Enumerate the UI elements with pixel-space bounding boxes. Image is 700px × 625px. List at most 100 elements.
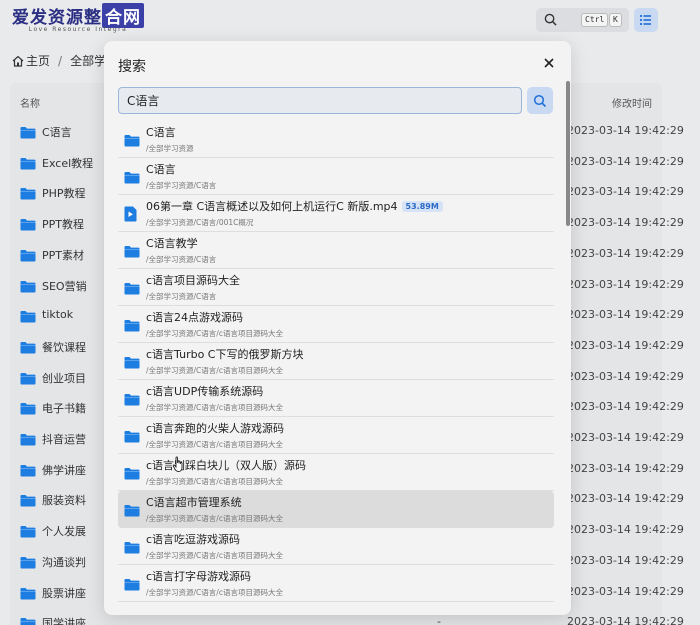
result-path: /全部学习资源/C语言/c语言项目源码大全 xyxy=(146,551,283,560)
file-modified-time: 2023-03-14 19:42:29 xyxy=(567,523,684,537)
file-name: 电子书籍 xyxy=(42,402,86,416)
folder-icon xyxy=(20,372,36,385)
file-modified-time: 2023-03-14 19:42:29 xyxy=(567,246,684,260)
home-icon xyxy=(12,55,24,67)
breadcrumb-home[interactable]: 主页 xyxy=(12,52,50,69)
result-path: /全部学习资源/C语言/c语言项目源码大全 xyxy=(146,440,283,449)
column-header-name[interactable]: 名称 xyxy=(20,95,40,110)
folder-icon xyxy=(20,464,36,477)
folder-icon xyxy=(124,135,140,147)
search-result-item[interactable]: c语言吃逗游戏源码/全部学习资源/C语言/c语言项目源码大全 xyxy=(118,528,554,565)
column-header-modified[interactable]: 修改时间 xyxy=(612,95,652,110)
file-name: 餐饮课程 xyxy=(42,340,86,354)
result-path: /全部学习资源/C语言/c语言项目源码大全 xyxy=(146,588,283,597)
results-scrollbar[interactable] xyxy=(566,81,570,226)
search-result-item[interactable]: c语言打字母游戏源码/全部学习资源/C语言/c语言项目源码大全 xyxy=(118,565,554,602)
search-result-item[interactable]: C语言教学/全部学习资源/C语言 xyxy=(118,232,554,269)
kbd-ctrl: Ctrl xyxy=(581,13,609,27)
file-size-badge: 53.89M xyxy=(401,201,443,212)
result-path: /全部学习资源/C语言 xyxy=(146,255,217,264)
search-result-item[interactable]: c语言奔跑的火柴人游戏源码/全部学习资源/C语言/c语言项目源码大全 xyxy=(118,417,554,454)
result-name: C语言超市管理系统 xyxy=(146,496,242,509)
logo-box-text: 合网 xyxy=(102,3,144,28)
file-name: PPT素材 xyxy=(42,248,84,262)
result-name: c语言24点游戏源码 xyxy=(146,311,244,324)
result-path: /全部学习资源/C语言/c语言项目源码大全 xyxy=(146,329,283,338)
file-modified-time: 2023-03-14 19:42:29 xyxy=(567,338,684,352)
folder-icon xyxy=(20,188,36,200)
search-result-item[interactable]: 06第一章 C语言概述以及如何上机运行C 新版.mp4 53.89M/全部学习资源… xyxy=(118,195,554,232)
folder-icon xyxy=(124,320,140,332)
folder-icon xyxy=(124,283,140,295)
list-menu-button[interactable] xyxy=(634,8,658,32)
file-name: PHP教程 xyxy=(42,187,86,201)
file-modified-time: 2023-03-14 19:42:29 xyxy=(567,124,684,137)
file-name: PPT教程 xyxy=(42,218,84,232)
result-name: c语言打字母游戏源码 xyxy=(146,570,252,583)
file-name: Excel教程 xyxy=(42,156,94,170)
file-modified-time: 2023-03-14 19:42:29 xyxy=(567,277,684,291)
file-name: 个人发展 xyxy=(42,525,86,539)
kbd-k: K xyxy=(609,13,622,27)
folder-icon xyxy=(20,157,36,170)
file-name: 股票讲座 xyxy=(42,586,86,600)
result-name: c语言Turbo C下写的俄罗斯方块 xyxy=(146,348,304,361)
logo-subtitle: Love Resource Integra xyxy=(28,26,128,33)
result-name: c语言吃逗游戏源码 xyxy=(146,533,241,546)
folder-icon xyxy=(124,394,140,406)
site-logo[interactable]: 爱发资源整 合网 Love Resource Integra xyxy=(12,3,144,33)
result-path: /全部学习资源/C语言/001C概况 xyxy=(146,218,254,227)
folder-icon xyxy=(124,505,140,517)
folder-icon xyxy=(20,341,36,354)
breadcrumb: 主页 / 全部学习 xyxy=(12,52,118,69)
result-name: c语言项目源码大全 xyxy=(146,274,241,287)
file-name: 沟通谈判 xyxy=(42,555,86,569)
folder-icon xyxy=(20,249,36,262)
folder-icon xyxy=(124,246,140,258)
breadcrumb-home-label: 主页 xyxy=(26,54,51,68)
search-submit-button[interactable] xyxy=(527,87,553,114)
search-result-item[interactable]: c语言Turbo C下写的俄罗斯方块/全部学习资源/C语言/c语言项目源码大全 xyxy=(118,343,554,380)
folder-icon xyxy=(20,280,36,292)
search-icon xyxy=(533,94,547,108)
search-result-item[interactable]: c语言UDP传输系统源码/全部学习资源/C语言/c语言项目源码大全 xyxy=(118,380,554,417)
open-search-button[interactable]: Ctrl K xyxy=(536,8,629,32)
search-result-item[interactable]: C语言超市管理系统/全部学习资源/C语言/c语言项目源码大全 xyxy=(118,491,554,528)
result-name: C语言 xyxy=(146,163,176,176)
file-modified-time: 2023-03-14 19:42:29 xyxy=(567,154,684,168)
video-file-icon xyxy=(124,206,137,222)
result-path: /全部学习资源 xyxy=(146,144,194,153)
file-name: 抖音运营 xyxy=(42,433,86,446)
result-path: /全部学习资源/C语言 xyxy=(146,292,217,301)
breadcrumb-separator: / xyxy=(58,53,63,68)
folder-icon xyxy=(20,311,36,323)
result-path: /全部学习资源/C语言/c语言项目源码大全 xyxy=(146,403,283,412)
result-path: /全部学习资源/C语言/c语言项目源码大全 xyxy=(146,514,283,523)
search-results-list: C语言/全部学习资源 C语言/全部学习资源/C语言 06第一章 C语言概述以及如何上… xyxy=(118,121,554,615)
search-input[interactable] xyxy=(118,87,522,114)
folder-icon xyxy=(20,618,36,625)
folder-icon xyxy=(124,542,140,554)
folder-icon xyxy=(124,357,140,369)
result-name: c语言别踩白块儿（双人版）源码 xyxy=(146,459,307,472)
file-modified-time: 2023-03-14 19:42:29 xyxy=(567,400,684,414)
folder-icon xyxy=(124,431,140,443)
folder-icon xyxy=(20,526,36,538)
folder-icon xyxy=(124,468,140,480)
result-path: /全部学习资源/C语言 xyxy=(146,181,217,190)
result-name: 06第一章 C语言概述以及如何上机运行C 新版.mp4 xyxy=(146,200,398,213)
search-modal: 搜索 C语言/全部学习资源C语言/全部学习资源/C语言06第一章 C语言概述以及… xyxy=(104,41,571,615)
file-name: 服装资料 xyxy=(42,494,86,508)
search-result-item[interactable]: C语言/全部学习资源 xyxy=(118,121,554,158)
file-name: tiktok xyxy=(42,308,74,322)
logo-text: 爱发资源整 xyxy=(12,8,102,28)
search-result-item[interactable]: c语言项目源码大全/全部学习资源/C语言 xyxy=(118,269,554,306)
file-modified-time: 2023-03-14 19:42:29 xyxy=(567,216,684,230)
file-name: C语言 xyxy=(42,126,72,139)
mouse-pointer-icon xyxy=(172,456,183,472)
close-icon[interactable] xyxy=(543,57,555,69)
search-result-item[interactable]: c语言24点游戏源码/全部学习资源/C语言/c语言项目源码大全 xyxy=(118,306,554,343)
search-result-item[interactable]: C语言/全部学习资源/C语言 xyxy=(118,158,554,195)
folder-icon xyxy=(20,495,36,507)
result-path: /全部学习资源/C语言/c语言项目源码大全 xyxy=(146,366,283,375)
